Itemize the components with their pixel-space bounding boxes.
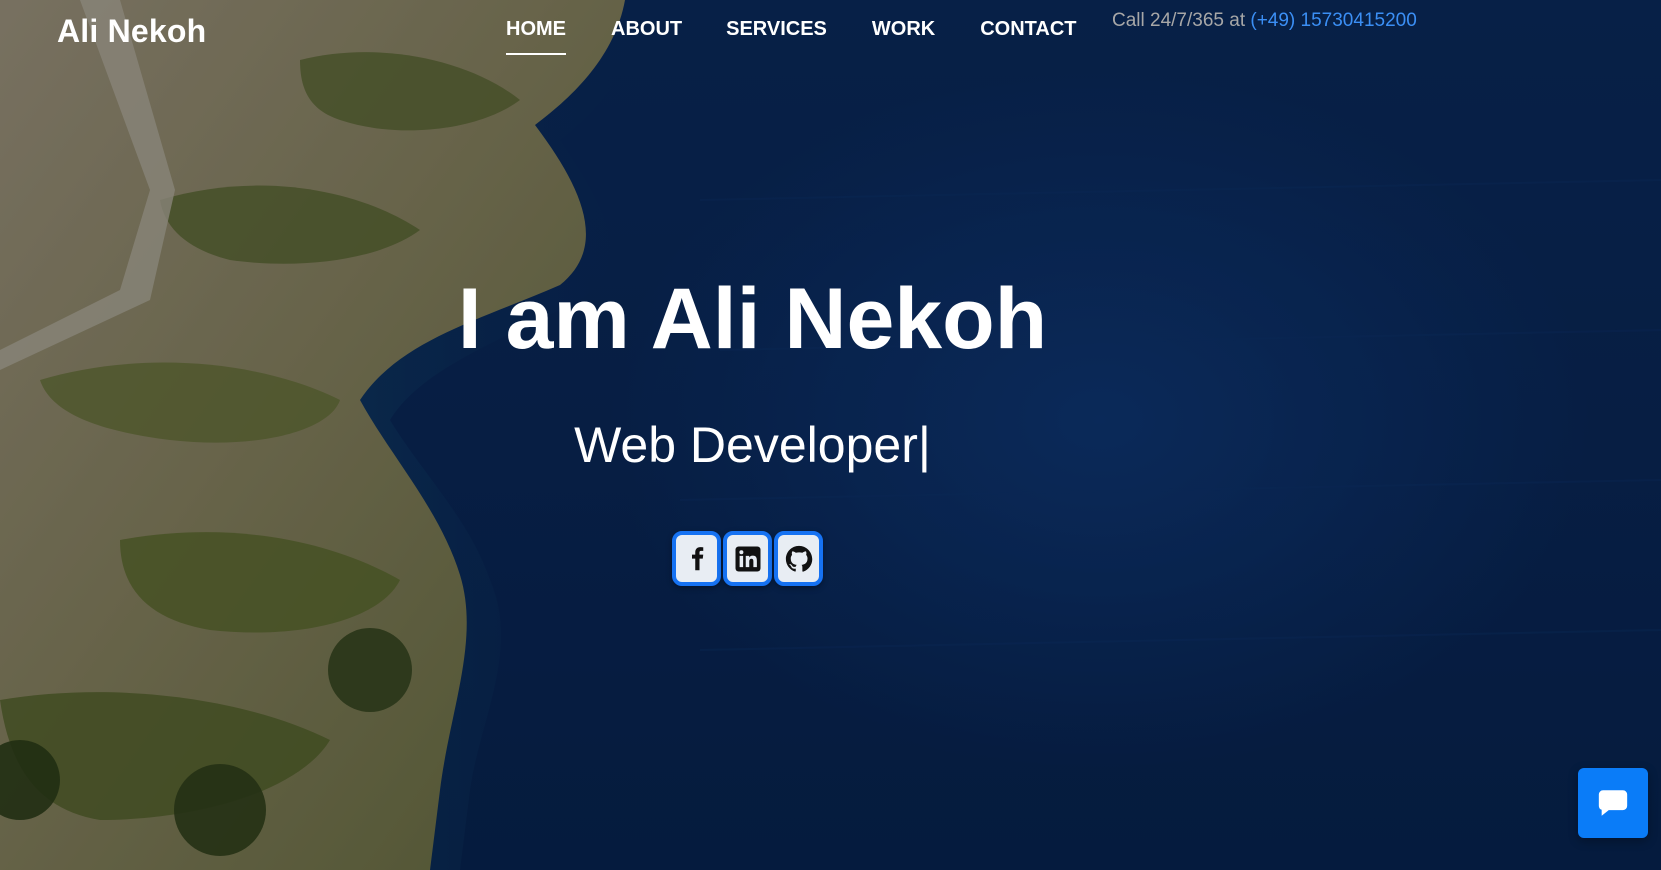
github-button[interactable]: [774, 531, 823, 586]
nav-contact[interactable]: CONTACT: [980, 18, 1076, 41]
facebook-icon: [691, 546, 703, 570]
typing-cursor: |: [917, 417, 931, 473]
phone-link[interactable]: (+49) 15730415200: [1250, 10, 1416, 31]
main-nav: HOME ABOUT SERVICES WORK CONTACT: [506, 18, 1077, 55]
nav-about[interactable]: ABOUT: [611, 18, 682, 41]
typed-role: Web Developer: [574, 417, 918, 473]
hero-title: I am Ali Nekoh: [457, 271, 1048, 367]
social-links: [672, 531, 823, 586]
chat-widget-button[interactable]: [1578, 768, 1648, 838]
chat-bubble-icon: [1598, 790, 1628, 816]
brand-logo[interactable]: Ali Nekoh: [57, 13, 206, 50]
call-info: Call 24/7/365 at (+49) 15730415200: [1112, 10, 1417, 32]
site-header: Ali Nekoh HOME ABOUT SERVICES WORK CONTA…: [0, 0, 1661, 60]
facebook-button[interactable]: [672, 531, 721, 586]
call-prefix: Call 24/7/365 at: [1112, 10, 1251, 31]
linkedin-icon: [735, 546, 760, 571]
linkedin-button[interactable]: [723, 531, 772, 586]
nav-work[interactable]: WORK: [872, 18, 935, 41]
github-icon: [785, 545, 812, 572]
nav-services[interactable]: SERVICES: [726, 18, 827, 41]
nav-home[interactable]: HOME: [506, 18, 566, 55]
hero-subtitle: Web Developer|: [0, 416, 1505, 474]
